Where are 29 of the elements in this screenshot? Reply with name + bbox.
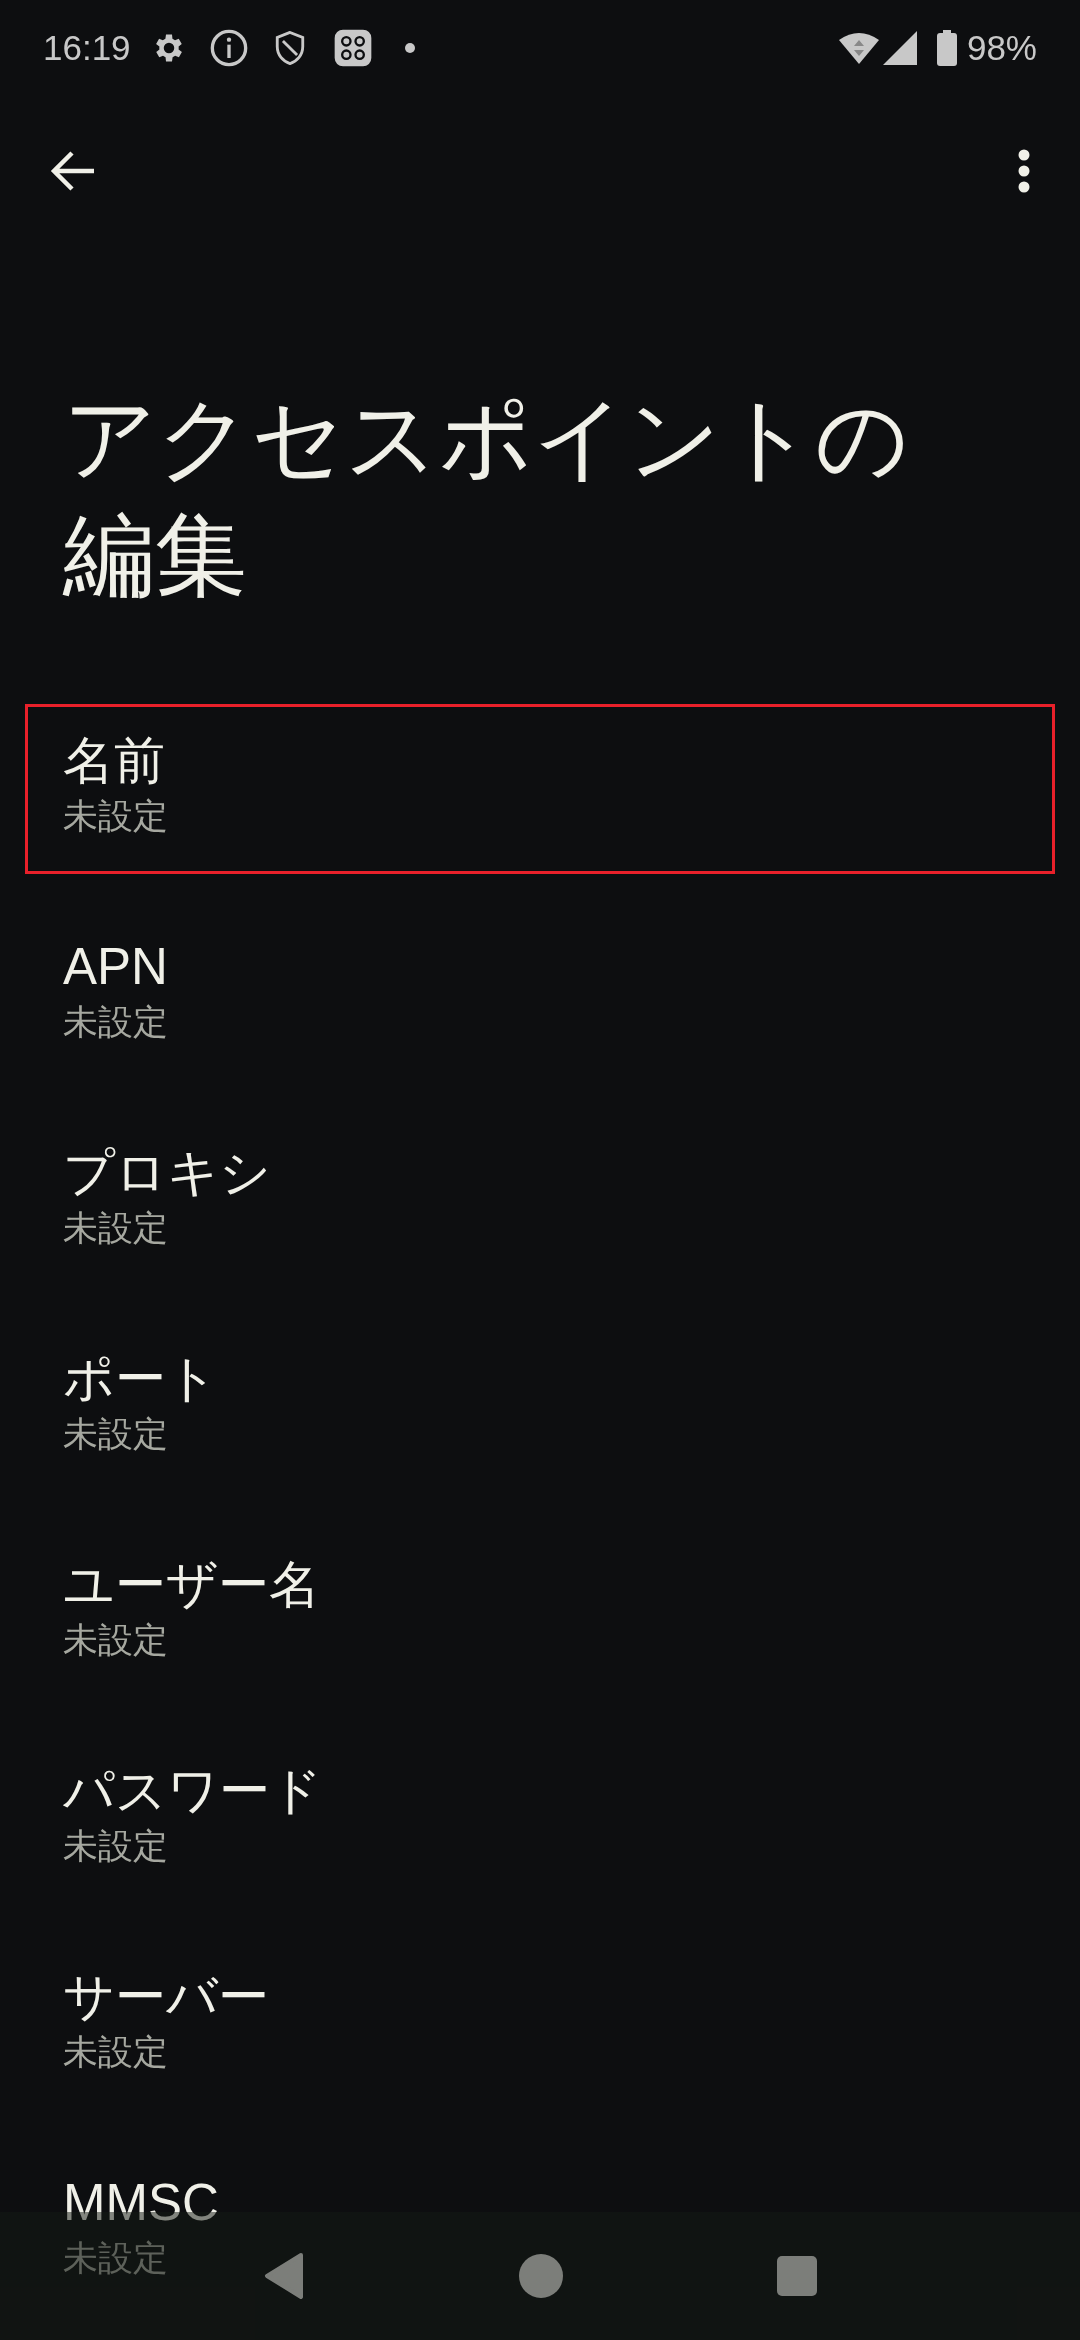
item-label: APN bbox=[63, 937, 168, 997]
battery-icon bbox=[936, 30, 957, 66]
wifi-icon bbox=[838, 32, 879, 64]
item-value: 未設定 bbox=[63, 795, 168, 837]
app-icon bbox=[332, 28, 373, 68]
page-title: アクセスポイントの編集 bbox=[61, 386, 910, 608]
item-label: サーバー bbox=[63, 1967, 269, 2027]
back-nav-icon[interactable] bbox=[263, 2253, 305, 2299]
item-label: ユーザー名 bbox=[63, 1555, 320, 1615]
item-value: 未設定 bbox=[63, 2237, 168, 2279]
item-label: 名前 bbox=[63, 731, 165, 791]
item-value: 未設定 bbox=[63, 1001, 168, 1043]
item-label: プロキシ bbox=[63, 1143, 271, 1203]
info-icon bbox=[208, 28, 249, 68]
item-value: 未設定 bbox=[63, 1413, 168, 1455]
dot-icon bbox=[404, 43, 415, 53]
item-label: ポート bbox=[63, 1349, 218, 1409]
home-nav-icon[interactable] bbox=[519, 2254, 563, 2298]
item-label: MMSC bbox=[63, 2173, 219, 2233]
item-value: 未設定 bbox=[63, 1825, 168, 1867]
back-icon[interactable] bbox=[50, 151, 96, 191]
item-value: 未設定 bbox=[63, 2031, 168, 2073]
battery-level: 98% bbox=[966, 26, 1037, 69]
item-value: 未設定 bbox=[63, 1207, 168, 1249]
item-label: パスワード bbox=[63, 1761, 322, 1821]
more-options-icon[interactable] bbox=[1018, 149, 1030, 193]
signal-icon bbox=[882, 31, 917, 65]
status-time: 16:19 bbox=[43, 26, 131, 69]
item-value: 未設定 bbox=[63, 1619, 168, 1661]
